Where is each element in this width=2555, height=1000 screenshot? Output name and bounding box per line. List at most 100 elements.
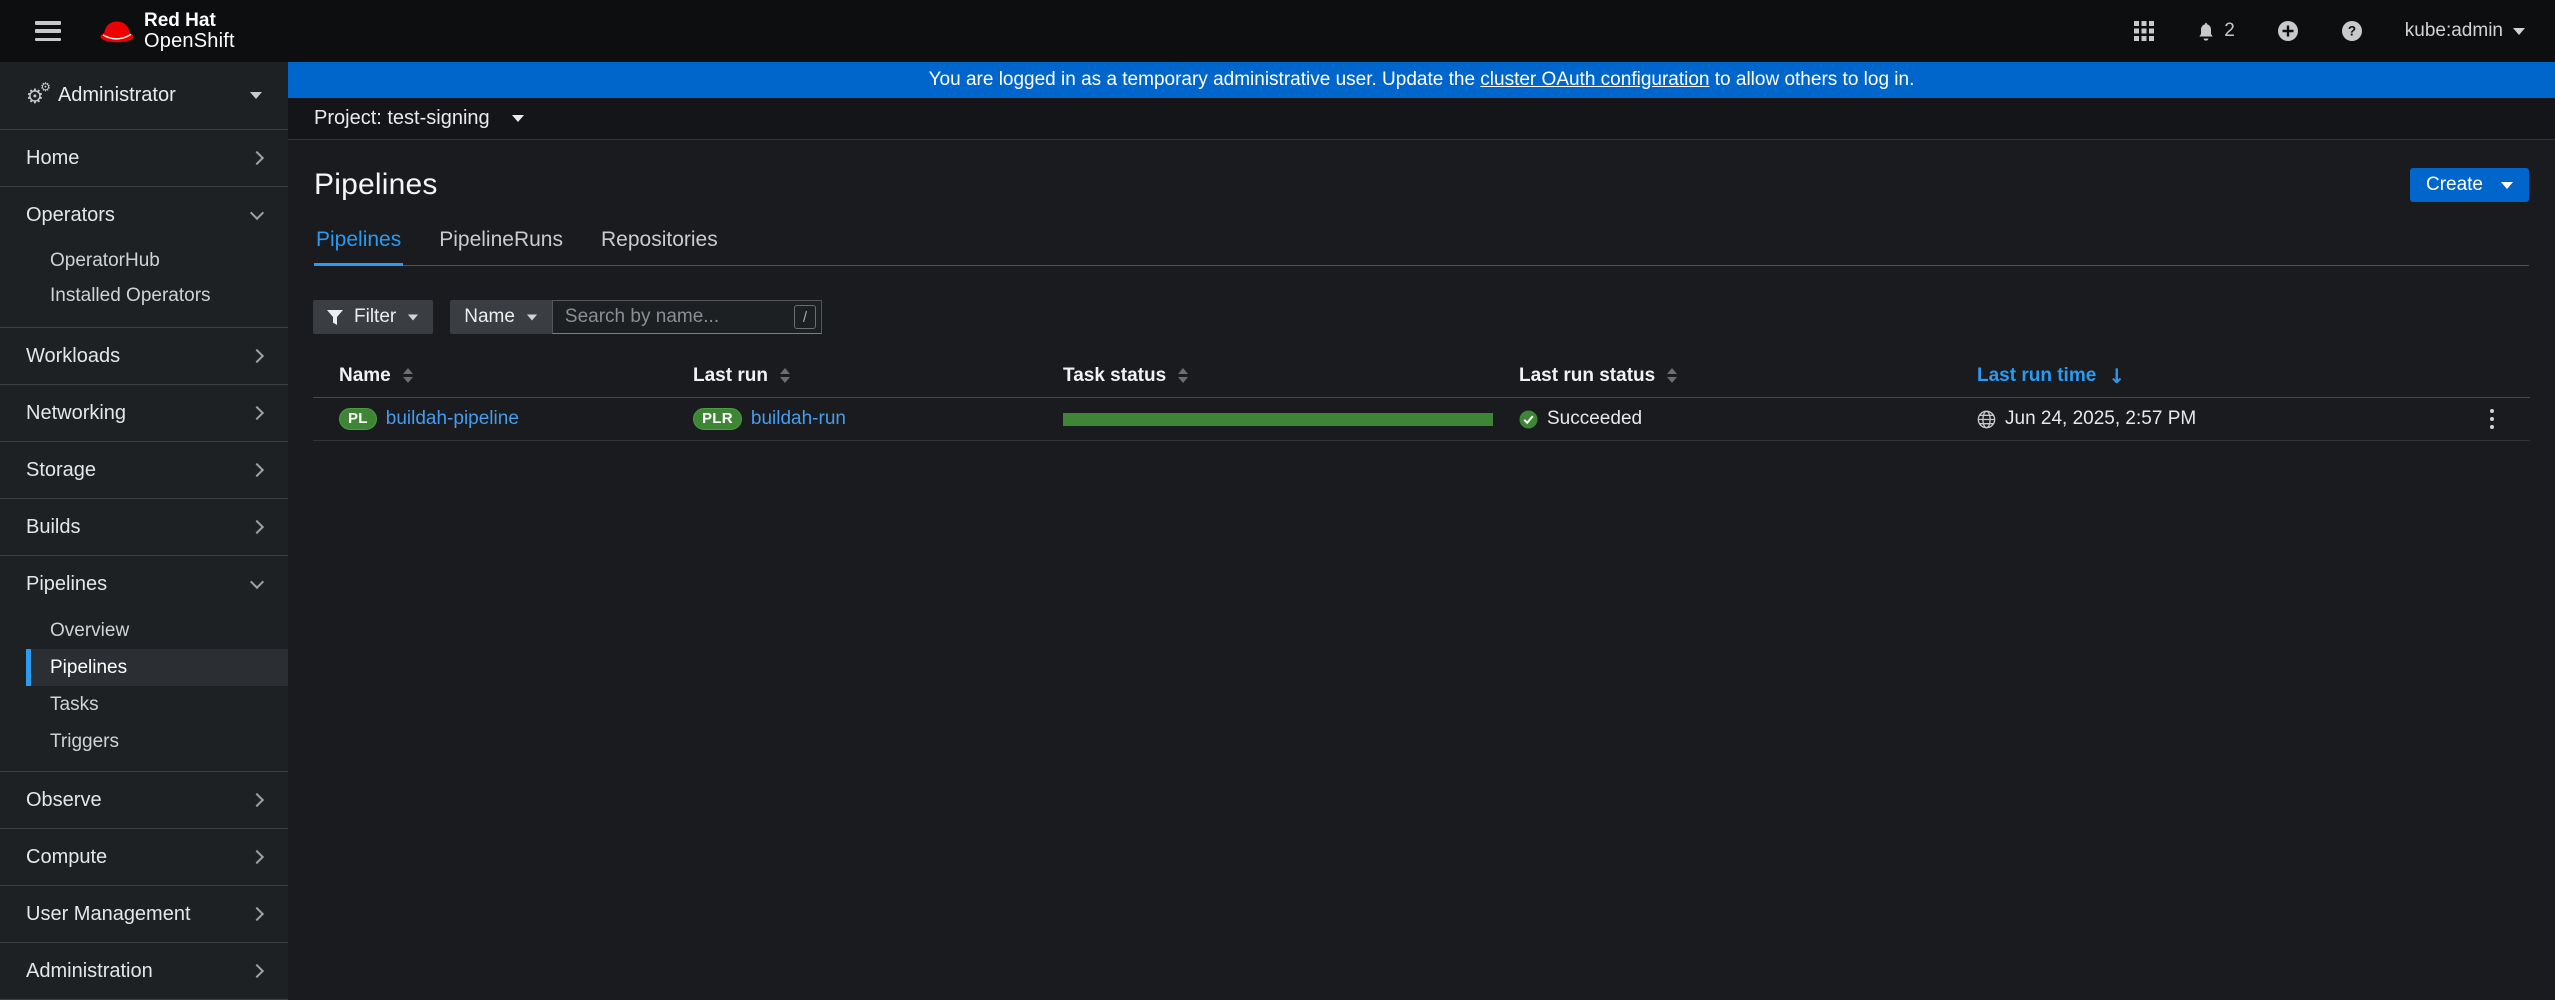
sidebar-item-label: Compute: [26, 845, 108, 868]
chevron-down-icon: [511, 115, 524, 122]
column-header-name[interactable]: Name: [313, 365, 667, 387]
pipelinerun-link[interactable]: buildah-run: [751, 408, 846, 430]
filter-funnel-icon: [327, 309, 343, 325]
temporary-admin-banner: You are logged in as a temporary adminis…: [288, 62, 2555, 98]
project-selector[interactable]: Project: test-signing: [288, 98, 2555, 140]
sidebar-item-label: Operators: [26, 203, 115, 226]
sidebar-item-tasks[interactable]: Tasks: [26, 686, 288, 723]
task-status-progress-bar: [1063, 412, 1493, 426]
sidebar-item-administration[interactable]: Administration: [0, 943, 288, 999]
sidebar-item-label: Storage: [26, 458, 97, 481]
user-menu[interactable]: kube:admin: [2405, 20, 2525, 42]
bell-icon: [2196, 21, 2216, 42]
sidebar-item-label: Builds: [26, 515, 81, 538]
column-header-label: Last run status: [1519, 364, 1656, 386]
table-row: PL buildah-pipeline PLR buildah-run Succ…: [313, 398, 2530, 441]
chevron-right-icon: [249, 462, 265, 478]
cluster-oauth-configuration-link[interactable]: cluster OAuth configuration: [1480, 69, 1709, 91]
cell-last-run: PLR buildah-run: [667, 408, 1037, 430]
chevron-right-icon: [249, 906, 265, 922]
attribute-dropdown[interactable]: Name: [450, 300, 552, 334]
banner-text: You are logged in as a temporary adminis…: [928, 69, 1481, 90]
kebab-menu-icon[interactable]: [2472, 402, 2512, 436]
sidebar-item-triggers[interactable]: Triggers: [26, 723, 288, 760]
chevron-right-icon: [249, 348, 265, 364]
chevron-down-icon: [408, 314, 419, 320]
brand-logo: Red Hat OpenShift: [99, 10, 235, 52]
sidebar-item-label: Observe: [26, 788, 102, 811]
column-header-last-run[interactable]: Last run: [667, 365, 1037, 387]
create-button-label: Create: [2425, 174, 2483, 195]
chevron-right-icon: [249, 519, 265, 535]
chevron-down-icon: [526, 314, 538, 320]
tab-pipelineruns[interactable]: PipelineRuns: [437, 228, 565, 265]
chevron-down-icon: [249, 205, 265, 221]
sidebar-subitem-label: Installed Operators: [50, 284, 211, 306]
notification-count: 2: [2224, 20, 2235, 41]
sort-descending-icon: ↓: [2108, 363, 2126, 388]
column-header-label: Task status: [1063, 364, 1167, 386]
status-text: Succeeded: [1547, 408, 1643, 429]
list-toolbar: Filter Name /: [313, 300, 2529, 334]
globe-timestamp-icon: [1977, 410, 1996, 429]
user-name: kube:admin: [2404, 20, 2503, 41]
chevron-right-icon: [249, 849, 265, 865]
sidebar-item-observe[interactable]: Observe: [0, 772, 288, 828]
sidebar-item-label: Workloads: [26, 344, 121, 367]
sort-both-icon: [779, 368, 790, 383]
sidebar-item-home[interactable]: Home: [0, 130, 288, 186]
chevron-down-icon: [249, 574, 265, 590]
add-button[interactable]: [2277, 20, 2299, 42]
filter-dropdown[interactable]: Filter: [313, 300, 434, 334]
cell-task-status: [1037, 412, 1493, 426]
column-header-label: Name: [339, 364, 391, 386]
pipeline-badge: PL: [339, 408, 377, 430]
perspective-switcher[interactable]: ⚙ ⚙ Administrator: [0, 62, 288, 129]
sidebar-item-compute[interactable]: Compute: [0, 829, 288, 885]
perspective-label: Administrator: [57, 84, 176, 106]
filter-dropdown-label: Filter: [354, 306, 397, 327]
nav-toggle-hamburger-icon[interactable]: [35, 21, 61, 41]
table-header-row: Name Last run Task status Last run statu…: [313, 354, 2530, 398]
sidebar-item-pipelines[interactable]: Pipelines: [26, 649, 288, 686]
column-header-last-run-status[interactable]: Last run status: [1493, 365, 1951, 387]
cell-name: PL buildah-pipeline: [313, 408, 667, 430]
column-header-label: Last run time: [1977, 364, 2097, 386]
column-header-last-run-time[interactable]: Last run time ↓: [1951, 365, 2434, 387]
notifications-button[interactable]: 2: [2196, 20, 2235, 42]
chevron-down-icon: [2513, 27, 2525, 35]
tab-repositories[interactable]: Repositories: [599, 228, 720, 265]
sidebar-subitem-label: Pipelines: [50, 656, 128, 678]
sidebar-item-label: Home: [26, 146, 80, 169]
sidebar-item-operators[interactable]: Operators: [0, 187, 288, 243]
chevron-right-icon: [249, 405, 265, 421]
help-button[interactable]: ?: [2341, 20, 2363, 42]
column-header-task-status[interactable]: Task status: [1037, 365, 1493, 387]
sidebar-item-builds[interactable]: Builds: [0, 499, 288, 555]
sidebar-item-pipelines-overview[interactable]: Overview: [26, 612, 288, 649]
sidebar-subitem-label: Overview: [50, 619, 130, 641]
search-input[interactable]: [551, 300, 822, 334]
sidebar-item-installed-operators[interactable]: Installed Operators: [26, 278, 288, 313]
cogs-icon: ⚙ ⚙: [26, 79, 51, 108]
sidebar-subitem-label: Triggers: [50, 730, 119, 752]
sidebar-item-operatorhub[interactable]: OperatorHub: [26, 243, 288, 278]
sidebar-item-pipelines-group[interactable]: Pipelines: [0, 556, 288, 612]
app-launcher-icon[interactable]: [2134, 21, 2155, 41]
create-button[interactable]: Create: [2409, 168, 2529, 202]
timestamp-text: Jun 24, 2025, 2:57 PM: [2005, 408, 2197, 429]
sidebar-item-label: User Management: [26, 902, 191, 925]
sort-both-icon: [1178, 368, 1189, 383]
sidebar-item-label: Administration: [26, 959, 153, 982]
horizontal-tabs: Pipelines PipelineRuns Repositories: [314, 228, 2529, 266]
sidebar-item-label: Networking: [26, 401, 127, 424]
pipelines-table: Name Last run Task status Last run statu…: [313, 354, 2530, 441]
sidebar-item-storage[interactable]: Storage: [0, 442, 288, 498]
sidebar-subitem-label: Tasks: [50, 693, 99, 715]
sidebar-item-workloads[interactable]: Workloads: [0, 328, 288, 384]
tab-pipelines[interactable]: Pipelines: [314, 228, 404, 266]
sidebar-item-networking[interactable]: Networking: [0, 385, 288, 441]
sidebar-item-user-management[interactable]: User Management: [0, 886, 288, 942]
pipeline-link[interactable]: buildah-pipeline: [386, 408, 519, 430]
pipelinerun-badge: PLR: [693, 408, 742, 430]
